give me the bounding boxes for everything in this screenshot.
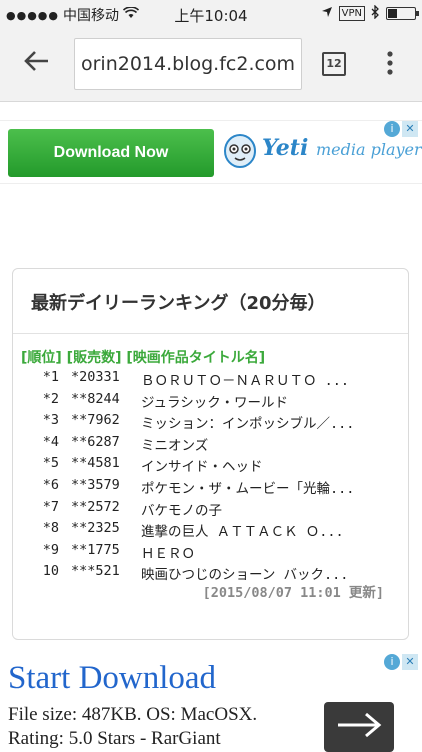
ad-choices[interactable]: i ✕ <box>384 121 418 137</box>
sales-count: ***521 <box>71 563 120 580</box>
ad-rating: Rating: 5.0 Stars - RarGiant <box>8 728 221 749</box>
movie-title: ミニオンズ <box>141 437 209 454</box>
sales-count: **3579 <box>71 476 120 493</box>
yeti-brand-name: Yeti <box>262 135 309 161</box>
ranking-card: 最新デイリーランキング（20分毎） [順位] [販売数] [映画作品タイトル名]… <box>12 268 409 640</box>
divider <box>13 333 408 334</box>
rank-number: *9 <box>42 541 59 558</box>
yeti-brand: Yeti media player <box>262 135 422 161</box>
status-bar: ●●●●● 中国移动 上午10:04 VPN <box>0 0 422 28</box>
movie-title: ＨＥＲＯ <box>141 545 195 562</box>
sales-count: **2572 <box>71 498 120 515</box>
ad-choices[interactable]: i ✕ <box>384 654 418 670</box>
yeti-brand-sub: media player <box>315 140 422 159</box>
sales-count: **1775 <box>71 541 120 558</box>
ranking-row[interactable]: *3 **7962 ミッション：インポッシブル／... <box>21 412 401 434</box>
updated-timestamp: [2015/08/07 11:01 更新] <box>202 585 384 601</box>
ranking-row[interactable]: *4 **6287 ミニオンズ <box>21 434 401 456</box>
ad-file-info: File size: 487KB. OS: MacOSX. <box>8 704 258 725</box>
sales-count: **8244 <box>71 390 120 407</box>
movie-title: ＢＯＲＵＴＯ－ＮＡＲＵＴＯ ... <box>141 373 350 389</box>
url-text: orin2014.blog.fc2.com <box>81 53 296 75</box>
movie-title: ポケモン・ザ・ムービー「光輪... <box>141 480 355 497</box>
sales-count: **7962 <box>71 412 120 429</box>
rank-number: *4 <box>42 433 59 450</box>
yeti-logo-icon <box>222 129 258 169</box>
ad-headline[interactable]: Start Download <box>8 660 216 697</box>
bluetooth-icon <box>371 4 380 22</box>
movie-title: バケモノの子 <box>141 502 222 519</box>
banner-ad-bottom[interactable]: i ✕ Start Download File size: 487KB. OS:… <box>0 654 422 752</box>
rank-number: *2 <box>42 390 59 407</box>
movie-title: 進撃の巨人 ＡＴＴＡＣＫ Ｏ... <box>141 524 344 541</box>
movie-title: ミッション：インポッシブル／... <box>141 416 355 433</box>
movie-title: インサイド・ヘッド <box>141 459 263 476</box>
sales-count: **2325 <box>71 520 120 537</box>
ranking-row[interactable]: *6 **3579 ポケモン・ザ・ムービー「光輪... <box>21 477 401 499</box>
ranking-row[interactable]: *7 **2572 バケモノの子 <box>21 499 401 521</box>
rank-number: *7 <box>42 498 59 515</box>
ad-close-icon[interactable]: ✕ <box>402 121 418 137</box>
ranking-title: 最新デイリーランキング（20分毎） <box>31 293 326 314</box>
browser-toolbar: orin2014.blog.fc2.com 12 <box>0 28 422 102</box>
banner-ad-top[interactable]: Download Now Yeti media player i ✕ <box>0 120 422 184</box>
sales-count: *20331 <box>71 369 120 385</box>
rank-number: *3 <box>42 412 59 429</box>
rank-number: *8 <box>42 520 59 537</box>
rank-number: *1 <box>42 369 59 385</box>
location-arrow-icon <box>321 6 333 21</box>
back-arrow-icon[interactable] <box>22 46 52 76</box>
movie-title: ジュラシック・ワールド <box>141 394 289 411</box>
rank-number: *5 <box>42 455 59 472</box>
ranking-row[interactable]: *2 **8244 ジュラシック・ワールド <box>21 391 401 413</box>
ranking-header: [順位] [販売数] [映画作品タイトル名] <box>21 350 266 366</box>
rank-number: 10 <box>42 563 59 580</box>
sales-count: **4581 <box>71 455 120 472</box>
arrow-right-icon[interactable] <box>324 702 394 752</box>
overflow-menu-icon[interactable] <box>380 46 400 80</box>
tab-switcher-button[interactable]: 12 <box>322 52 346 76</box>
vpn-badge: VPN <box>338 6 365 21</box>
sales-count: **6287 <box>71 433 120 450</box>
rank-number: *6 <box>42 476 59 493</box>
ad-info-icon[interactable]: i <box>384 654 400 670</box>
url-bar[interactable]: orin2014.blog.fc2.com <box>74 38 302 90</box>
ranking-list: *1 *20331 ＢＯＲＵＴＯ－ＮＡＲＵＴＯ ... *2 **8244 ジュラシック… <box>21 369 401 585</box>
battery-icon <box>386 7 419 20</box>
ranking-row[interactable]: *5 **4581 インサイド・ヘッド <box>21 455 401 477</box>
ad-close-icon[interactable]: ✕ <box>402 654 418 670</box>
download-now-button[interactable]: Download Now <box>8 129 214 177</box>
ad-info-icon[interactable]: i <box>384 121 400 137</box>
ranking-row[interactable]: *8 **2325 進撃の巨人 ＡＴＴＡＣＫ Ｏ... <box>21 520 401 542</box>
ranking-row[interactable]: *1 *20331 ＢＯＲＵＴＯ－ＮＡＲＵＴＯ ... <box>21 369 401 391</box>
ranking-row[interactable]: *9 **1775 ＨＥＲＯ <box>21 542 401 564</box>
